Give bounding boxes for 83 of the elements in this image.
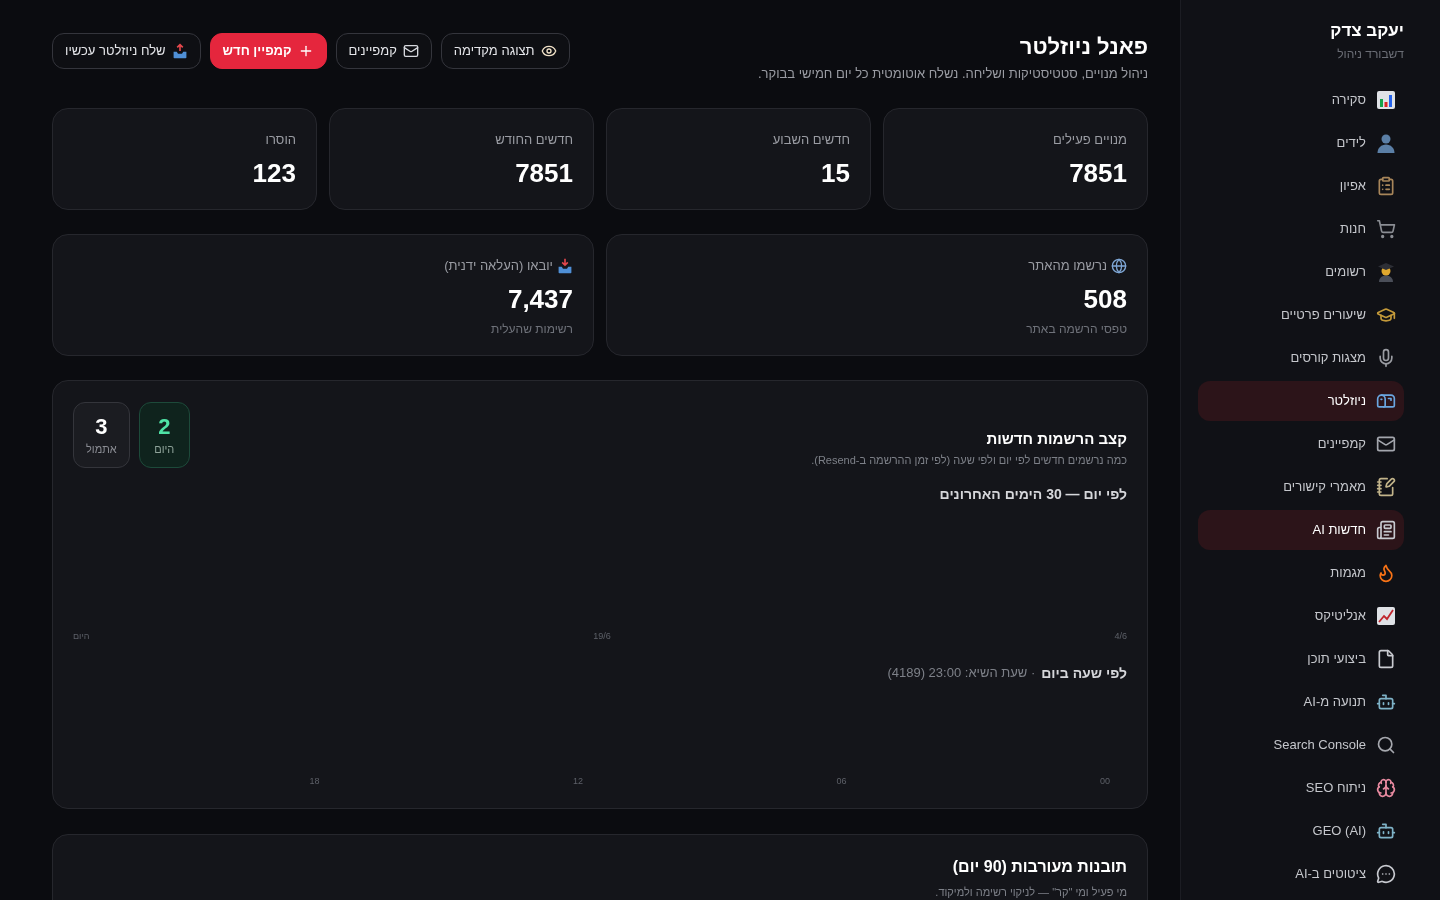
newspaper-icon <box>1376 520 1396 540</box>
stat-label: חדשים החודש <box>495 131 573 149</box>
chart-heading: לפי יום — 30 הימים האחרונים <box>938 485 1127 504</box>
stat-label: מנויים פעילים <box>1053 131 1127 149</box>
tile-label: היום <box>154 442 175 457</box>
stat-label: הוסרו <box>265 131 296 149</box>
sidebar-item[interactable]: חנות <box>1198 209 1404 249</box>
page-title: פאנל ניוזלטר <box>1018 33 1148 61</box>
student-icon <box>1376 262 1396 282</box>
robot-icon <box>1376 692 1396 712</box>
tile-value: 2 <box>158 413 171 441</box>
sidebar-subtitle: דשבורד ניהול <box>1336 46 1404 62</box>
globe-icon <box>1111 258 1127 274</box>
axis-label: 06 <box>835 775 848 787</box>
stat-value: 7851 <box>1069 157 1127 189</box>
stat-label: יובאו (העלאה ידנית) <box>444 257 553 275</box>
sidebar-item[interactable]: אנליטיקס <box>1198 596 1404 636</box>
card-title: קצב הרשמות חדשות <box>985 429 1127 449</box>
sidebar-item[interactable]: סקירה <box>1198 80 1404 120</box>
sidebar-item[interactable]: Search Console <box>1198 725 1404 765</box>
stat-label: נרשמו מהאתר <box>1028 257 1107 275</box>
line-chart-icon <box>1376 606 1396 626</box>
sidebar-item[interactable]: חדשות AI <box>1198 510 1404 550</box>
bar-chart-icon <box>1376 90 1396 110</box>
sidebar-title: יעקב צדק <box>1329 20 1404 42</box>
sidebar-item[interactable]: ניתוח SEO <box>1198 768 1404 808</box>
flame-icon <box>1376 563 1396 583</box>
card-title: תובנות מעורבות (90 יום) <box>952 857 1127 877</box>
outbox-tray-icon <box>171 43 188 59</box>
eye-icon <box>540 43 557 59</box>
search-icon <box>1376 735 1396 755</box>
stat-value: 7851 <box>515 157 573 189</box>
document-icon <box>1376 649 1396 669</box>
envelope-icon <box>1376 434 1396 454</box>
sidebar-item[interactable]: תנועה מ-AI <box>1198 682 1404 722</box>
sidebar-item[interactable]: מצגות קורסים <box>1198 338 1404 378</box>
notepad-pencil-icon <box>1376 477 1396 497</box>
microphone-icon <box>1376 348 1396 368</box>
brain-icon <box>1376 778 1396 798</box>
sidebar-item[interactable]: אפיון <box>1198 166 1404 206</box>
sidebar-item[interactable]: לידים <box>1198 123 1404 163</box>
robot-icon <box>1376 821 1396 841</box>
sidebar-item[interactable]: ניוזלטר <box>1198 381 1404 421</box>
stat-note: טפסי הרשמה באתר <box>1026 321 1127 337</box>
shopping-cart-icon <box>1376 219 1396 239</box>
person-icon <box>1376 133 1396 153</box>
tile-value: 3 <box>95 413 108 441</box>
sidebar-item[interactable]: GEO (AI) <box>1198 811 1404 851</box>
sidebar-item[interactable]: ציטוטים ב-AI <box>1198 854 1404 894</box>
axis-label: 18 <box>308 775 321 787</box>
speech-bubble-icon <box>1376 864 1396 884</box>
mailbox-icon <box>1376 391 1396 411</box>
peak-note: · שעת השיא: 23:00 (4189) <box>887 664 1036 682</box>
sidebar-item[interactable]: שיעורים פרטיים <box>1198 295 1404 335</box>
stat-value: 508 <box>1083 283 1127 315</box>
axis-label: 12 <box>572 775 584 787</box>
card-subtitle: מי פעיל ומי "קר" — לניקוי רשימה ולמיקוד. <box>935 885 1127 900</box>
sidebar-item[interactable]: מאמרי קישורים <box>1198 467 1404 507</box>
stat-note: רשימות שהעלית <box>491 321 573 337</box>
stat-label: חדשים השבוע <box>772 131 850 149</box>
new-campaign-button[interactable]: קמפיין חדש <box>209 33 327 69</box>
page-subtitle: ניהול מנויים, סטטיסטיקות ושליחה. נשלח אוטומטית כל יום חמישי בבוקר. <box>757 65 1148 83</box>
graduation-cap-icon <box>1376 305 1396 325</box>
send-newsletter-button[interactable]: שלח ניוזלטר עכשיו <box>52 33 201 69</box>
sidebar-item[interactable]: מגמות <box>1198 553 1404 593</box>
stat-value: 123 <box>252 157 296 189</box>
clipboard-icon <box>1376 176 1396 196</box>
stat-value: 7,437 <box>507 283 573 315</box>
axis-label: היום <box>73 630 90 642</box>
inbox-tray-icon <box>557 258 573 274</box>
chart-heading: לפי שעה ביום <box>1041 664 1127 683</box>
card-subtitle: כמה נרשמים חדשים לפי יום ולפי שעה (לפי זמן ההרשמה ב-Resend). <box>811 453 1127 468</box>
sidebar-item[interactable]: קמפיינים <box>1198 424 1404 464</box>
campaigns-button[interactable]: קמפיינים <box>335 33 432 69</box>
envelope-icon <box>402 43 419 59</box>
sidebar-item[interactable]: ביצועי תוכן <box>1198 639 1404 679</box>
preview-button[interactable]: תצוגה מקדימה <box>440 33 570 69</box>
axis-label: 00 <box>1099 775 1111 787</box>
axis-label: 4/6 <box>1114 630 1127 642</box>
tile-label: אתמול <box>86 442 117 457</box>
stat-value: 15 <box>821 157 850 189</box>
axis-label: 19/6 <box>593 630 611 642</box>
sidebar-item[interactable]: רשומים <box>1198 252 1404 292</box>
